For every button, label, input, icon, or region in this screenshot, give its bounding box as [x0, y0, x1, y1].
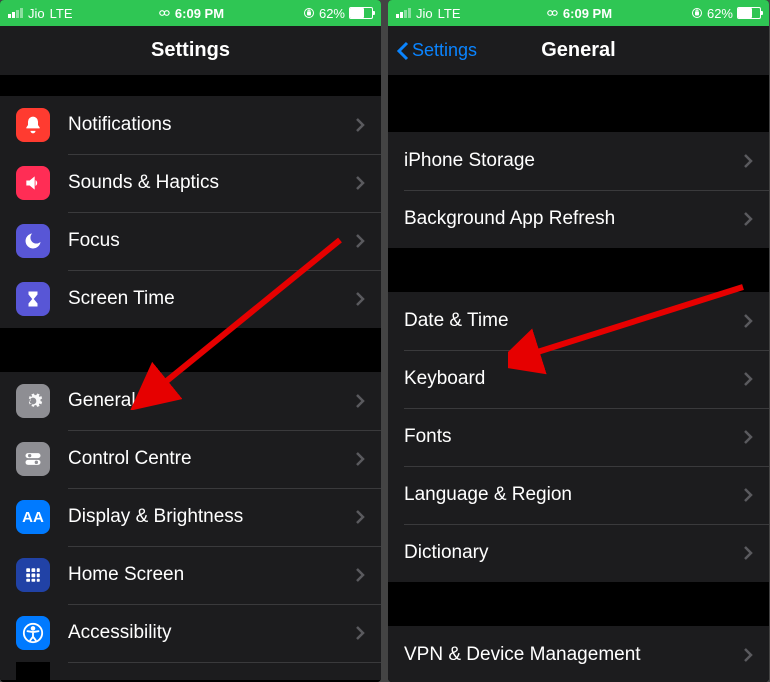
chevron-right-icon — [743, 153, 753, 169]
row-label: Keyboard — [404, 368, 743, 390]
chevron-right-icon — [743, 545, 753, 561]
row-label: VPN & Device Management — [404, 644, 743, 666]
row-label: Date & Time — [404, 310, 743, 332]
rotation-lock-icon — [691, 7, 703, 19]
row-fonts[interactable]: Fonts — [388, 408, 769, 466]
row-bg-refresh[interactable]: Background App Refresh — [388, 190, 769, 248]
hotspot-icon — [157, 6, 171, 20]
chevron-right-icon — [355, 509, 365, 525]
chevron-right-icon — [355, 567, 365, 583]
chevron-right-icon — [355, 625, 365, 641]
row-label: Sounds & Haptics — [68, 172, 355, 194]
row-notifications[interactable]: Notifications — [0, 96, 381, 154]
row-label: General — [68, 390, 355, 412]
row-dictionary[interactable]: Dictionary — [388, 524, 769, 582]
settings-group-1: Notifications Sounds & Haptics Focus — [0, 96, 381, 328]
aa-icon: AA — [16, 500, 50, 534]
row-label: Home Screen — [68, 564, 355, 586]
chevron-right-icon — [355, 393, 365, 409]
row-accessibility[interactable]: Accessibility — [0, 604, 381, 662]
page-title: General — [541, 39, 615, 62]
row-label: Fonts — [404, 426, 743, 448]
general-group-3: VPN & Device Management — [388, 626, 769, 682]
row-label: Dictionary — [404, 542, 743, 564]
row-focus[interactable]: Focus — [0, 212, 381, 270]
chevron-right-icon — [355, 451, 365, 467]
settings-list: Notifications Sounds & Haptics Focus — [0, 76, 381, 682]
row-label: Accessibility — [68, 622, 355, 644]
chevron-right-icon — [355, 117, 365, 133]
chevron-right-icon — [743, 647, 753, 663]
signal-icon — [396, 8, 411, 18]
chevron-right-icon — [355, 233, 365, 249]
row-home-screen[interactable]: Home Screen — [0, 546, 381, 604]
network-label: LTE — [438, 6, 461, 21]
rotation-lock-icon — [303, 7, 315, 19]
general-group-2: Date & Time Keyboard Fonts Language & Re… — [388, 292, 769, 582]
row-keyboard[interactable]: Keyboard — [388, 350, 769, 408]
battery-pct: 62% — [707, 6, 733, 21]
row-label: iPhone Storage — [404, 150, 743, 172]
page-title: Settings — [151, 39, 230, 62]
battery-pct: 62% — [319, 6, 345, 21]
nav-bar: Settings — [0, 26, 381, 76]
hotspot-icon — [545, 6, 559, 20]
row-label: Notifications — [68, 114, 355, 136]
chevron-right-icon — [743, 211, 753, 227]
back-label: Settings — [412, 40, 477, 61]
row-language-region[interactable]: Language & Region — [388, 466, 769, 524]
moon-icon — [16, 224, 50, 258]
chevron-right-icon — [743, 487, 753, 503]
chevron-right-icon — [355, 175, 365, 191]
general-group-1: iPhone Storage Background App Refresh — [388, 132, 769, 248]
hourglass-icon — [16, 282, 50, 316]
row-screentime[interactable]: Screen Time — [0, 270, 381, 328]
row-display[interactable]: AA Display & Brightness — [0, 488, 381, 546]
speaker-icon — [16, 166, 50, 200]
chevron-right-icon — [355, 291, 365, 307]
toggles-icon — [16, 442, 50, 476]
row-label: Display & Brightness — [68, 506, 355, 528]
bell-icon — [16, 108, 50, 142]
row-control-centre[interactable]: Control Centre — [0, 430, 381, 488]
row-iphone-storage[interactable]: iPhone Storage — [388, 132, 769, 190]
row-label: Screen Time — [68, 288, 355, 310]
row-sounds[interactable]: Sounds & Haptics — [0, 154, 381, 212]
battery-icon — [737, 7, 761, 19]
person-circle-icon — [16, 616, 50, 650]
signal-icon — [8, 8, 23, 18]
row-label: Background App Refresh — [404, 208, 743, 230]
row-label: Focus — [68, 230, 355, 252]
chevron-right-icon — [743, 313, 753, 329]
back-button[interactable]: Settings — [396, 40, 477, 61]
gear-icon — [16, 384, 50, 418]
status-bar: Jio LTE 6:09 PM 62% — [388, 0, 769, 26]
row-general[interactable]: General — [0, 372, 381, 430]
status-bar: Jio LTE 6:09 PM 62% — [0, 0, 381, 26]
grid-icon — [16, 558, 50, 592]
time-label: 6:09 PM — [563, 6, 612, 21]
row-label: Control Centre — [68, 448, 355, 470]
settings-group-2: General Control Centre AA Display & Brig… — [0, 372, 381, 680]
carrier-label: Jio — [416, 6, 433, 21]
general-list: iPhone Storage Background App Refresh Da… — [388, 76, 769, 682]
partial-icon — [16, 662, 50, 680]
phone-settings: Jio LTE 6:09 PM 62% Settings Not — [0, 0, 381, 682]
carrier-label: Jio — [28, 6, 45, 21]
row-label: Language & Region — [404, 484, 743, 506]
network-label: LTE — [50, 6, 73, 21]
row-vpn[interactable]: VPN & Device Management — [388, 626, 769, 682]
chevron-right-icon — [743, 371, 753, 387]
battery-icon — [349, 7, 373, 19]
row-date-time[interactable]: Date & Time — [388, 292, 769, 350]
phone-general: Jio LTE 6:09 PM 62% Settings General i — [388, 0, 769, 682]
time-label: 6:09 PM — [175, 6, 224, 21]
row-partial[interactable] — [0, 662, 381, 680]
nav-bar: Settings General — [388, 26, 769, 76]
chevron-right-icon — [743, 429, 753, 445]
